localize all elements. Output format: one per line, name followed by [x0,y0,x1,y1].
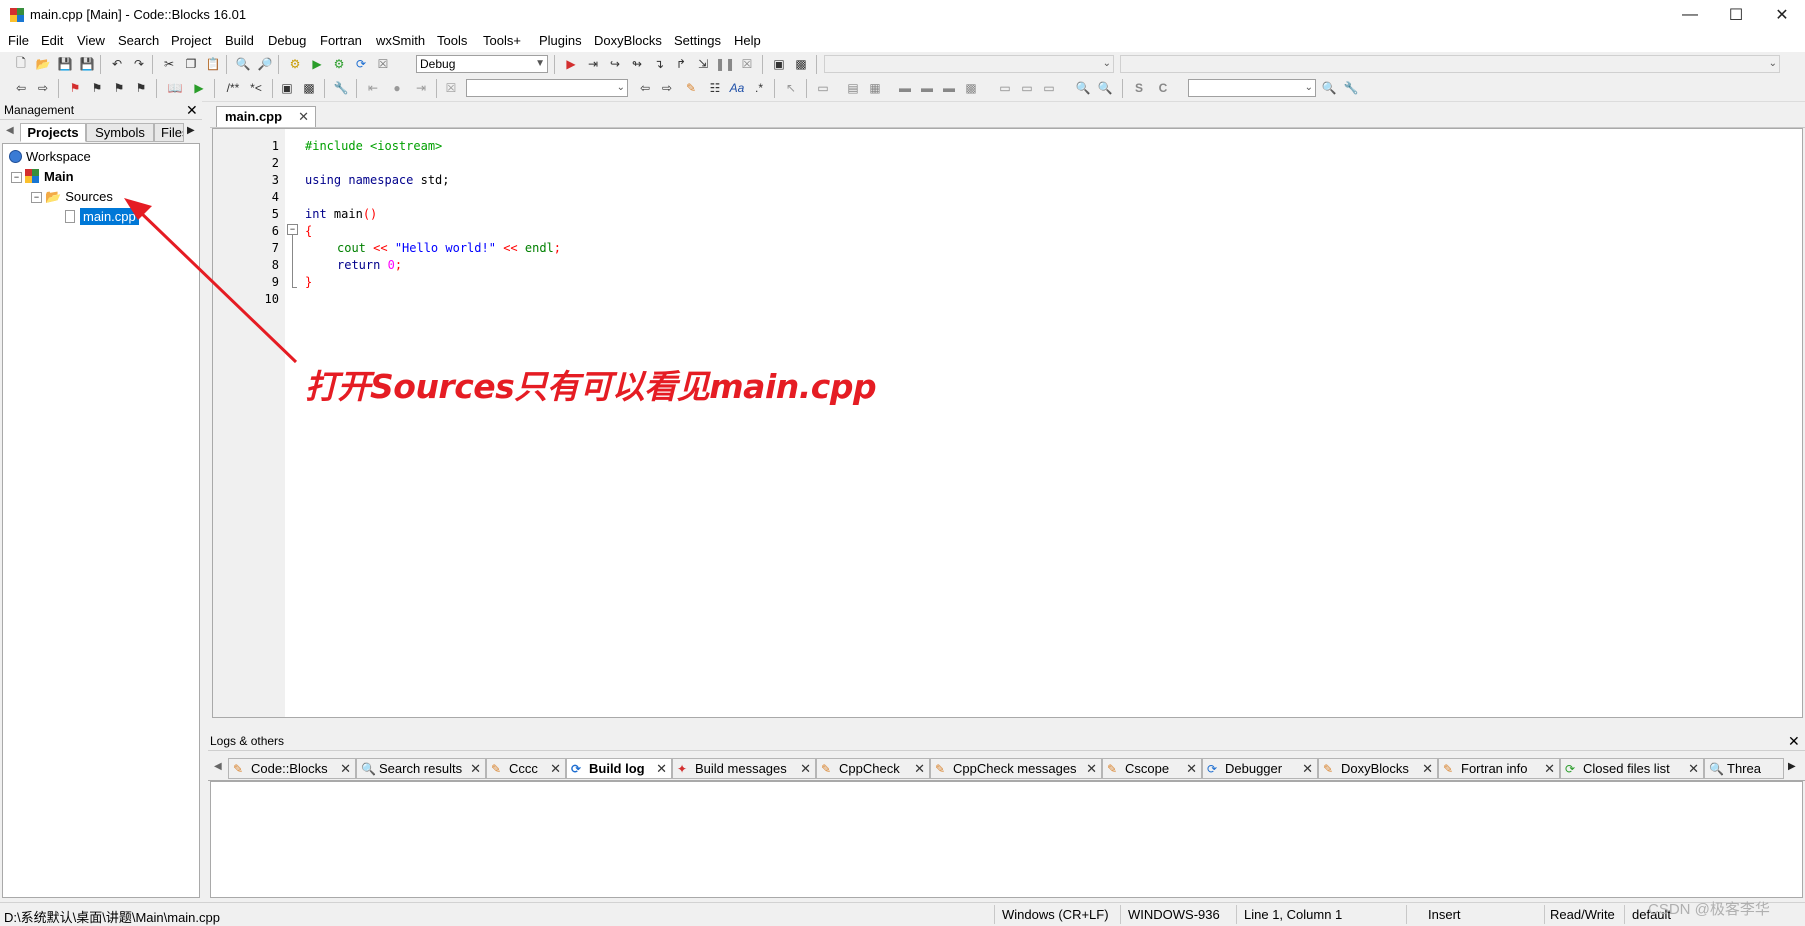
tab-codeblocks-log[interactable]: ✎ Code::Blocks ✕ [228,758,356,779]
log-pencil-icon: ✎ [1443,762,1454,776]
pin-icon: ✦ [677,762,688,776]
log-pencil-icon: ✎ [821,762,832,776]
tab-doxyblocks[interactable]: ✎ DoxyBlocks ✕ [1318,758,1438,779]
tab-scroll-right-icon[interactable]: ▶ [1788,761,1796,772]
status-insert-mode: Insert [1428,907,1461,922]
tab-cppcheck[interactable]: ✎ CppCheck ✕ [816,758,930,779]
tab-cppcheck-messages[interactable]: ✎ CppCheck messages ✕ [930,758,1102,779]
tab-fortran-info[interactable]: ✎ Fortran info ✕ [1438,758,1560,779]
status-access: Read/Write [1550,907,1615,922]
closed-files-icon: ⟳ [1565,762,1576,776]
log-pencil-icon: ✎ [1107,762,1118,776]
tab-cscope[interactable]: ✎ Cscope ✕ [1102,758,1202,779]
close-icon[interactable]: ✕ [340,759,351,778]
tab-build-log[interactable]: ⟳ Build log ✕ [566,758,672,779]
search-icon: 🔍 [361,762,376,776]
close-icon[interactable]: ✕ [1422,759,1433,778]
search-icon: 🔍 [1709,762,1724,776]
close-icon[interactable]: ✕ [1186,759,1197,778]
logs-title-bar: Logs & others ✕ [208,732,1805,751]
status-encoding: WINDOWS-936 [1128,907,1220,922]
tab-scroll-left-icon[interactable]: ◀ [214,761,222,772]
logs-tabs: ◀ ✎ Code::Blocks ✕ 🔍 Search results ✕ ✎ Cccc ✕… [208,754,1805,781]
build-log-icon: ⟳ [571,762,582,776]
tab-threads[interactable]: 🔍 Threa [1704,758,1784,779]
close-icon[interactable]: ✕ [1788,732,1800,750]
log-pencil-icon: ✎ [1323,762,1334,776]
tab-debugger[interactable]: ⟳ Debugger ✕ [1202,758,1318,779]
debugger-icon: ⟳ [1207,762,1218,776]
build-log-output[interactable] [210,781,1803,898]
close-icon[interactable]: ✕ [1688,759,1699,778]
status-bar: D:\系统默认\桌面\讲题\Main\main.cpp Windows (CR+… [0,902,1805,926]
close-icon[interactable]: ✕ [1302,759,1313,778]
close-icon[interactable]: ✕ [800,759,811,778]
tab-search-results[interactable]: 🔍 Search results ✕ [356,758,486,779]
tab-build-messages[interactable]: ✦ Build messages ✕ [672,758,816,779]
annotation-text: 打开Sources只有可以看见main.cpp [305,367,877,406]
close-icon[interactable]: ✕ [470,759,481,778]
tab-cccc[interactable]: ✎ Cccc ✕ [486,758,566,779]
logs-title: Logs & others [210,734,285,748]
close-icon[interactable]: ✕ [914,759,925,778]
status-file-path: D:\系统默认\桌面\讲题\Main\main.cpp [4,910,220,925]
logs-panel: Logs & others ✕ ◀ ✎ Code::Blocks ✕ 🔍 Search… [208,732,1805,902]
log-pencil-icon: ✎ [935,762,946,776]
status-cursor-position: Line 1, Column 1 [1244,907,1343,922]
tab-closed-files-list[interactable]: ⟳ Closed files list ✕ [1560,758,1704,779]
log-pencil-icon: ✎ [233,762,244,776]
close-icon[interactable]: ✕ [550,759,561,778]
status-eol: Windows (CR+LF) [1002,907,1109,922]
watermark: CSDN @极客李华 [1648,901,1770,918]
log-pencil-icon: ✎ [491,762,502,776]
close-icon[interactable]: ✕ [656,759,667,778]
close-icon[interactable]: ✕ [1544,759,1555,778]
close-icon[interactable]: ✕ [1086,759,1097,778]
